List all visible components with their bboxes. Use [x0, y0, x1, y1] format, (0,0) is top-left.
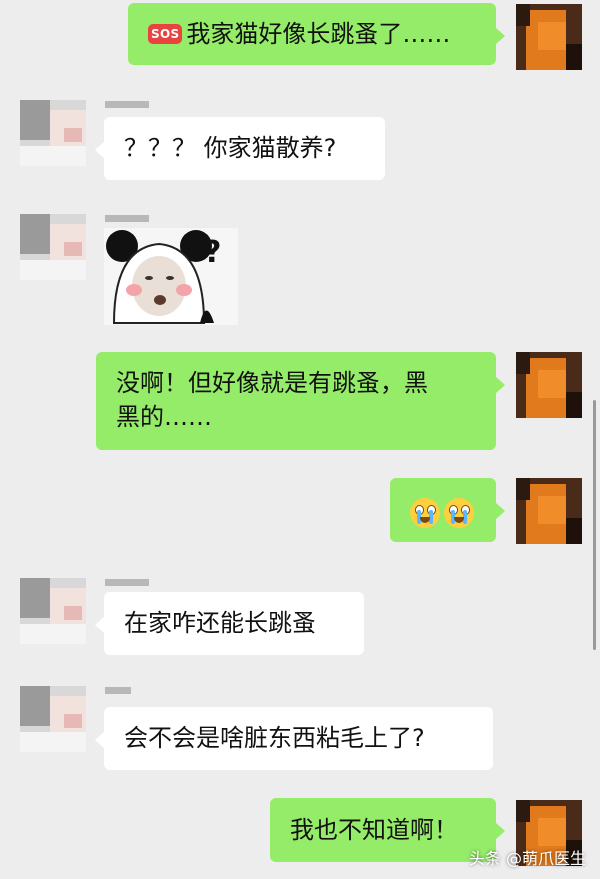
crying-face-emoji — [444, 498, 474, 528]
message-text: 在家咋还能长跳蚤 — [124, 609, 316, 637]
avatar-friend[interactable] — [20, 100, 86, 166]
message-bubble-friend[interactable]: 会不会是啥脏东西粘毛上了? — [95, 707, 493, 770]
sender-name-redacted — [105, 687, 131, 694]
message-text: 会不会是啥脏东西粘毛上了? — [124, 724, 425, 752]
message-bubble-friend[interactable]: ？？？ 你家猫散养? — [95, 117, 385, 180]
avatar-friend[interactable] — [20, 214, 86, 280]
sender-name-redacted — [105, 579, 149, 586]
message-text: 我也不知道啊！ — [290, 816, 458, 844]
sos-icon: SOS — [148, 24, 183, 44]
avatar-me[interactable] — [516, 352, 582, 418]
message-text-line-1: 没啊！但好像就是有跳蚤，黑 — [116, 369, 428, 397]
question-mark-icon: ? — [204, 235, 222, 270]
sender-name-redacted — [105, 215, 149, 222]
message-text-line-2: 黑的…… — [116, 403, 212, 431]
avatar-me[interactable] — [516, 478, 582, 544]
message-bubble-mine[interactable]: 没啊！但好像就是有跳蚤，黑 黑的…… — [96, 352, 505, 450]
message-text: ？？？ 你家猫散养? — [124, 134, 337, 162]
panda-meme-sticker[interactable]: ? — [104, 228, 238, 325]
message-bubble-friend[interactable]: 在家咋还能长跳蚤 — [95, 592, 364, 655]
message-bubble-mine[interactable]: 我也不知道啊！ — [270, 798, 505, 862]
avatar-friend[interactable] — [20, 578, 86, 644]
message-text: 我家猫好像长跳蚤了…… — [186, 20, 451, 48]
sender-name-redacted — [105, 101, 149, 108]
crying-face-emoji — [410, 498, 440, 528]
message-bubble-mine[interactable]: SOS 我家猫好像长跳蚤了…… — [128, 3, 505, 65]
scrollbar[interactable] — [593, 400, 596, 650]
avatar-me[interactable] — [516, 4, 582, 70]
message-bubble-mine[interactable] — [390, 478, 505, 542]
watermark: 头条 @萌爪医生 — [468, 849, 586, 868]
avatar-friend[interactable] — [20, 686, 86, 752]
